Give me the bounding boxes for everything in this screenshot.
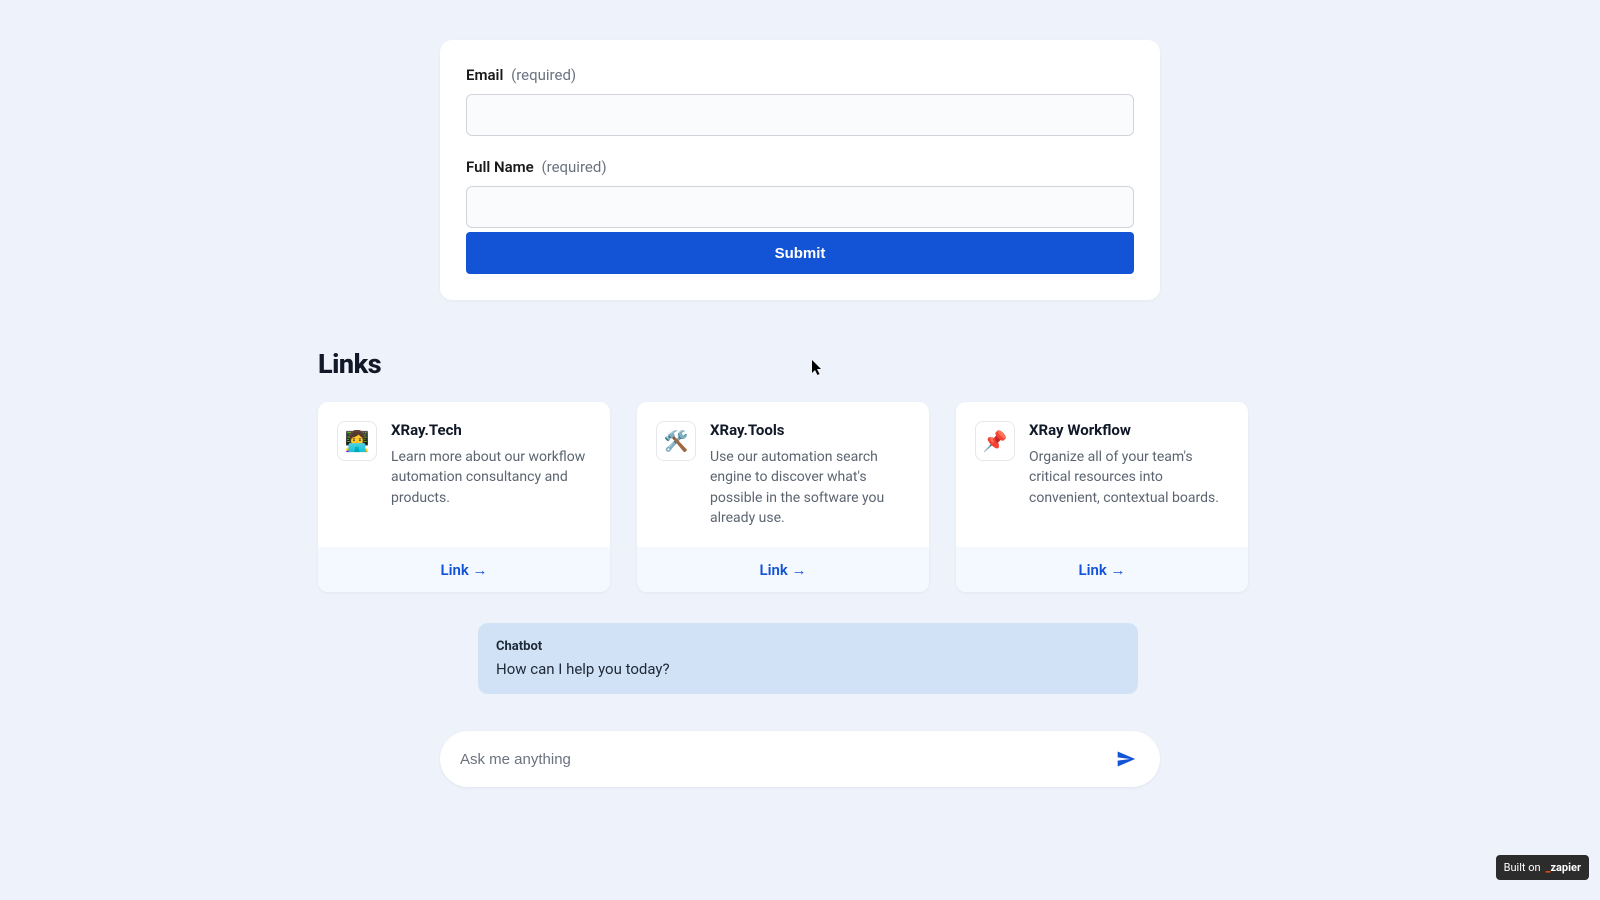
card-body: 🛠️ XRay.Tools Use our automation search …	[637, 402, 929, 547]
link-card-xray-workflow: 📌 XRay Workflow Organize all of your tea…	[956, 402, 1248, 592]
card-link-xray-workflow[interactable]: Link →	[1078, 561, 1125, 579]
card-content: XRay Workflow Organize all of your team'…	[1029, 421, 1229, 508]
link-card-xray-tech: 👩‍💻 XRay.Tech Learn more about our workf…	[318, 402, 610, 592]
tech-emoji-icon: 👩‍💻	[345, 429, 370, 453]
card-description: Learn more about our workflow automation…	[391, 447, 591, 508]
email-label: Email (required)	[466, 66, 1134, 84]
email-field-group: Email (required)	[466, 66, 1134, 136]
card-description: Use our automation search engine to disc…	[710, 447, 910, 528]
send-icon	[1116, 749, 1136, 769]
chatbot-bubble: Chatbot How can I help you today?	[478, 623, 1138, 694]
card-icon-workflow: 📌	[975, 421, 1015, 461]
chat-input[interactable]	[460, 751, 1110, 768]
link-card-xray-tools: 🛠️ XRay.Tools Use our automation search …	[637, 402, 929, 592]
card-icon-tech: 👩‍💻	[337, 421, 377, 461]
chatbot-label: Chatbot	[496, 639, 1120, 654]
full-name-label-text: Full Name	[466, 158, 534, 176]
zapier-badge[interactable]: Built on _zapier	[1496, 855, 1589, 880]
submit-button[interactable]: Submit	[466, 232, 1134, 274]
tools-emoji-icon: 🛠️	[664, 429, 689, 453]
card-footer: Link →	[956, 547, 1248, 592]
badge-prefix: Built on	[1504, 861, 1541, 874]
card-title: XRay.Tools	[710, 421, 910, 439]
card-icon-tools: 🛠️	[656, 421, 696, 461]
email-input[interactable]	[466, 94, 1134, 136]
send-button[interactable]	[1110, 743, 1142, 775]
cards-row: 👩‍💻 XRay.Tech Learn more about our workf…	[318, 402, 1248, 592]
chatbot-message: How can I help you today?	[496, 660, 1120, 678]
links-heading: Links	[318, 348, 1248, 380]
form-card: Email (required) Full Name (required) Su…	[440, 40, 1160, 300]
card-content: XRay.Tools Use our automation search eng…	[710, 421, 910, 528]
pin-emoji-icon: 📌	[983, 429, 1008, 453]
zapier-brand-text: zapier	[1550, 861, 1581, 874]
card-link-xray-tech[interactable]: Link →	[440, 561, 487, 579]
card-body: 📌 XRay Workflow Organize all of your tea…	[956, 402, 1248, 547]
chat-input-bar	[440, 731, 1160, 787]
links-section: Links 👩‍💻 XRay.Tech Learn more about our…	[318, 348, 1248, 592]
card-footer: Link →	[637, 547, 929, 592]
card-content: XRay.Tech Learn more about our workflow …	[391, 421, 591, 508]
card-body: 👩‍💻 XRay.Tech Learn more about our workf…	[318, 402, 610, 547]
full-name-label: Full Name (required)	[466, 158, 1134, 176]
full-name-field-group: Full Name (required)	[466, 158, 1134, 228]
card-description: Organize all of your team's critical res…	[1029, 447, 1229, 508]
email-label-text: Email	[466, 66, 503, 84]
full-name-input[interactable]	[466, 186, 1134, 228]
email-required-text: (required)	[511, 66, 576, 84]
card-title: XRay.Tech	[391, 421, 591, 439]
card-footer: Link →	[318, 547, 610, 592]
card-title: XRay Workflow	[1029, 421, 1229, 439]
full-name-required-text: (required)	[541, 158, 606, 176]
card-link-xray-tools[interactable]: Link →	[759, 561, 806, 579]
zapier-logo: _zapier	[1546, 861, 1581, 874]
